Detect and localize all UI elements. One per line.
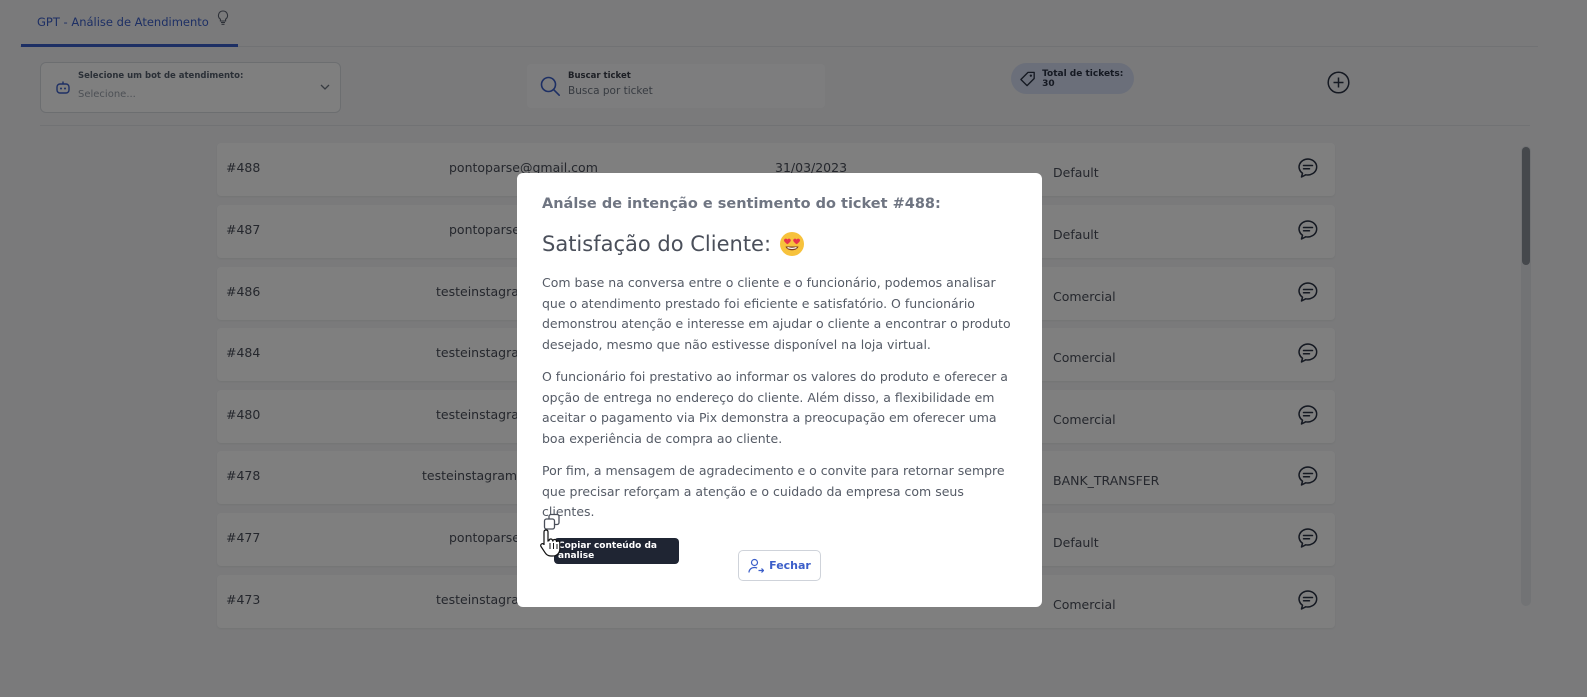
analysis-paragraph: Com base na conversa entre o cliente e o… <box>542 275 1011 352</box>
analysis-text: Com base na conversa entre o cliente e o… <box>542 273 1020 535</box>
satisfaction-heading: Satisfação do Cliente: <box>542 231 805 257</box>
satisfaction-label: Satisfação do Cliente: <box>542 232 772 256</box>
user-logout-icon <box>748 558 765 573</box>
close-button[interactable]: Fechar <box>738 550 821 581</box>
heart-eyes-emoji <box>780 232 805 256</box>
analysis-paragraph: Por fim, a mensagem de agradecimento e o… <box>542 463 1005 519</box>
copy-tooltip: Copiar conteúdo da analise <box>554 538 679 564</box>
modal-title: Análse de intenção e sentimento do ticke… <box>542 196 941 212</box>
analysis-paragraph: O funcionário foi prestativo ao informar… <box>542 369 1008 446</box>
pointer-cursor-icon <box>540 529 561 557</box>
analysis-modal: Análse de intenção e sentimento do ticke… <box>517 173 1042 607</box>
close-button-label: Fechar <box>769 559 811 572</box>
